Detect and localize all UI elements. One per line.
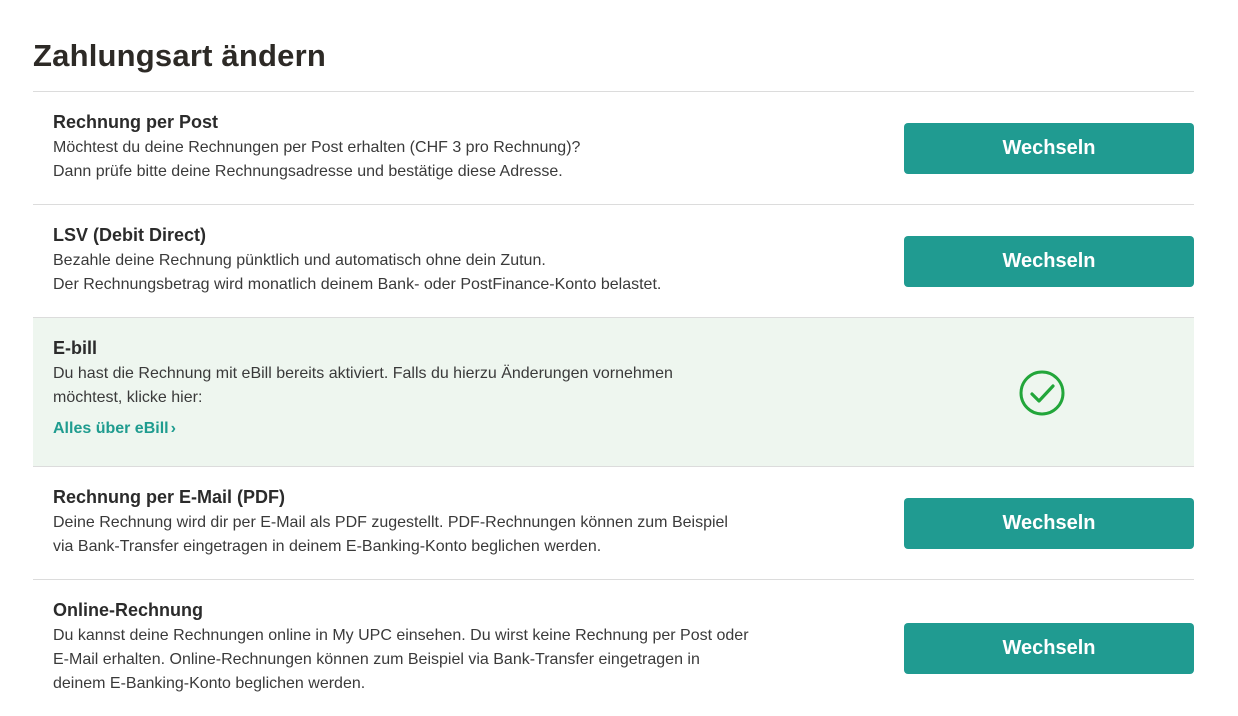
check-circle-icon — [1019, 370, 1065, 416]
option-lsv: LSV (Debit Direct) Bezahle deine Rechnun… — [33, 204, 1194, 317]
switch-button-post[interactable]: Wechseln — [904, 123, 1194, 174]
option-title: Rechnung per Post — [53, 112, 219, 132]
switch-button-online[interactable]: Wechseln — [904, 623, 1194, 674]
option-text: LSV (Debit Direct) Bezahle deine Rechnun… — [53, 225, 873, 297]
option-post-invoice: Rechnung per Post Möchtest du deine Rech… — [33, 91, 1194, 204]
option-title: Online-Rechnung — [53, 600, 203, 620]
option-description: Bezahle deine Rechnung pünktlich und aut… — [53, 252, 662, 293]
option-description: Deine Rechnung wird dir per E-Mail als P… — [53, 514, 728, 555]
option-text: Rechnung per Post Möchtest du deine Rech… — [53, 112, 873, 184]
option-email-pdf: Rechnung per E-Mail (PDF) Deine Rechnung… — [33, 466, 1194, 579]
ebill-info-link[interactable]: Alles über eBill › — [53, 420, 176, 438]
option-text: E-bill Du hast die Rechnung mit eBill be… — [53, 338, 873, 438]
payment-options-list: Rechnung per Post Möchtest du deine Rech… — [33, 91, 1194, 716]
chevron-right-icon: › — [170, 420, 176, 437]
payment-method-page: Zahlungsart ändern Rechnung per Post Möc… — [0, 0, 1238, 716]
ebill-info-link-label: Alles über eBill — [53, 420, 169, 437]
page-title: Zahlungsart ändern — [33, 38, 326, 73]
option-text: Online-Rechnung Du kannst deine Rechnung… — [53, 600, 873, 696]
option-text: Rechnung per E-Mail (PDF) Deine Rechnung… — [53, 487, 873, 559]
option-description: Du kannst deine Rechnungen online in My … — [53, 627, 749, 692]
option-title: E-bill — [53, 338, 97, 358]
switch-button-email-pdf[interactable]: Wechseln — [904, 498, 1194, 549]
option-ebill-active: E-bill Du hast die Rechnung mit eBill be… — [33, 317, 1194, 466]
option-title: Rechnung per E-Mail (PDF) — [53, 487, 286, 507]
option-description: Möchtest du deine Rechnungen per Post er… — [53, 139, 581, 180]
option-online-invoice: Online-Rechnung Du kannst deine Rechnung… — [33, 579, 1194, 716]
option-description: Du hast die Rechnung mit eBill bereits a… — [53, 365, 673, 406]
option-title: LSV (Debit Direct) — [53, 225, 207, 245]
switch-button-lsv[interactable]: Wechseln — [904, 236, 1194, 287]
